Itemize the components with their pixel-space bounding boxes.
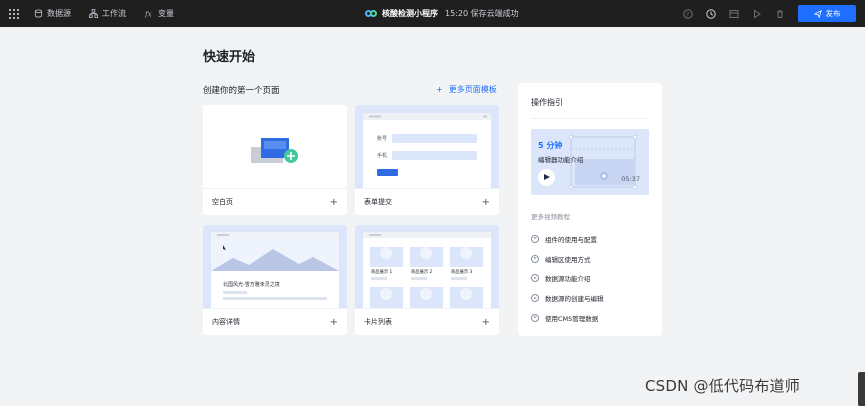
guide-title: 操作指引: [531, 98, 563, 107]
history-icon[interactable]: [706, 8, 716, 19]
template-label: 表单提交: [364, 198, 392, 206]
template-card-cardlist[interactable]: 商品展示 1 商品展示 2 商品展示 3 卡片列表 +: [355, 225, 499, 335]
video-list-item[interactable]: 组件的使用与配置: [531, 229, 649, 249]
template-label: 内容详情: [212, 318, 240, 326]
workflow-icon: [89, 9, 98, 18]
more-templates-link[interactable]: + 更多页面模板: [436, 84, 497, 95]
add-plus-icon[interactable]: +: [330, 197, 338, 208]
nav-datasource[interactable]: 数据源: [34, 0, 71, 27]
detail-headline: 北国风光-雪方雅未灵之境: [223, 281, 280, 288]
template-card-form[interactable]: 账号 手机 表单提交 +: [355, 105, 499, 215]
play-icon[interactable]: [538, 169, 555, 186]
nav-workflow-label: 工作流: [102, 9, 126, 18]
blank-page-illustration: [203, 105, 347, 188]
app-grid-icon[interactable]: [9, 9, 19, 19]
play-circle-icon: [531, 313, 539, 322]
delete-icon[interactable]: [775, 9, 785, 19]
database-icon: [34, 9, 43, 18]
watermark: CSDN @低代码布道师: [645, 377, 800, 395]
form-field2-label: 手机: [377, 152, 387, 159]
play-circle-icon: [531, 293, 539, 302]
template-label: 空白页: [212, 198, 233, 206]
video-list-item[interactable]: 使用CMS管理数据: [531, 308, 649, 328]
page-title: 快速开始: [203, 50, 256, 65]
divider: [531, 118, 649, 119]
cardlist-page-illustration: 商品展示 1 商品展示 2 商品展示 3: [355, 225, 499, 308]
publish-button[interactable]: 发布: [798, 5, 856, 22]
play-circle-icon: [531, 274, 539, 283]
video-list-item[interactable]: 数据源的创建与编辑: [531, 288, 649, 308]
card-item-1-label: 商品展示 1: [371, 268, 393, 275]
nav-variables[interactable]: fx 变量: [145, 0, 174, 27]
intro-video[interactable]: 5 分钟 编辑器功能介绍 05:37: [531, 129, 649, 195]
video-list-item[interactable]: 编辑区使用方式: [531, 249, 649, 269]
svg-text:?: ?: [686, 11, 689, 18]
template-card-footer: 表单提交 +: [355, 188, 499, 215]
template-card-footer: 卡片列表 +: [355, 308, 499, 335]
side-drag-handle[interactable]: [858, 372, 865, 406]
detail-page-illustration: 北国风光-雪方雅未灵之境: [203, 225, 347, 308]
form-field1-label: 账号: [377, 135, 387, 142]
save-status: 15:20 保存云端成功: [445, 9, 519, 18]
publish-label: 发布: [825, 9, 841, 18]
play-circle-icon: [531, 234, 539, 243]
add-plus-icon[interactable]: +: [482, 317, 490, 328]
toolbar-actions: ?: [683, 0, 785, 27]
nav-variables-label: 变量: [158, 9, 174, 18]
template-card-footer: 内容详情 +: [203, 308, 347, 335]
add-plus-icon[interactable]: +: [482, 197, 490, 208]
template-card-blank[interactable]: 空白页 +: [203, 105, 347, 215]
more-videos-label: 更多视频教程: [531, 213, 570, 221]
video-item-label: 数据源功能介绍: [545, 275, 591, 284]
video-list-item[interactable]: 数据源功能介绍: [531, 268, 649, 288]
nav-datasource-label: 数据源: [47, 9, 71, 18]
app-logo-icon: [365, 9, 377, 19]
nav-workflow[interactable]: 工作流: [89, 0, 126, 27]
fx-icon: fx: [145, 10, 152, 18]
video-item-label: 数据源的创建与编辑: [545, 294, 604, 303]
template-card-detail[interactable]: 北国风光-雪方雅未灵之境 内容详情 +: [203, 225, 347, 335]
form-page-illustration: 账号 手机: [355, 105, 499, 188]
video-item-label: 编辑区使用方式: [545, 255, 591, 264]
send-icon: [813, 9, 822, 18]
app-title-group: 核酸检测小程序 15:20 保存云端成功: [365, 0, 519, 27]
preview-box-icon[interactable]: [729, 9, 739, 19]
card-item-2-label: 商品展示 2: [411, 268, 433, 275]
top-bar: 数据源 工作流 fx 变量 核酸检测小程序 15:20 保存云端成功 ? 发布: [0, 0, 865, 27]
guide-panel: 操作指引 5 分钟 编辑器功能介绍 05:37 更多视频教程 组件的使用与配置 …: [518, 83, 662, 336]
template-label: 卡片列表: [364, 318, 392, 326]
video-time: 05:37: [621, 175, 640, 183]
more-templates-label: 更多页面模板: [448, 85, 497, 94]
plus-icon: +: [436, 85, 443, 94]
video-item-label: 使用CMS管理数据: [545, 314, 599, 323]
video-list: 组件的使用与配置 编辑区使用方式 数据源功能介绍 数据源的创建与编辑 使用CMS…: [531, 229, 649, 327]
help-icon[interactable]: ?: [683, 8, 693, 19]
card-item-3-label: 商品展示 3: [451, 268, 473, 275]
play-circle-icon: [531, 254, 539, 263]
video-duration-title: 5 分钟: [538, 141, 563, 150]
section-title: 创建你的第一个页面: [203, 86, 280, 96]
app-title[interactable]: 核酸检测小程序: [382, 8, 438, 19]
run-icon[interactable]: [752, 9, 762, 19]
template-card-footer: 空白页 +: [203, 188, 347, 215]
add-plus-icon[interactable]: +: [330, 317, 338, 328]
video-description: 编辑器功能介绍: [538, 156, 584, 164]
svg-text:fx: fx: [145, 10, 152, 18]
video-item-label: 组件的使用与配置: [545, 235, 597, 244]
